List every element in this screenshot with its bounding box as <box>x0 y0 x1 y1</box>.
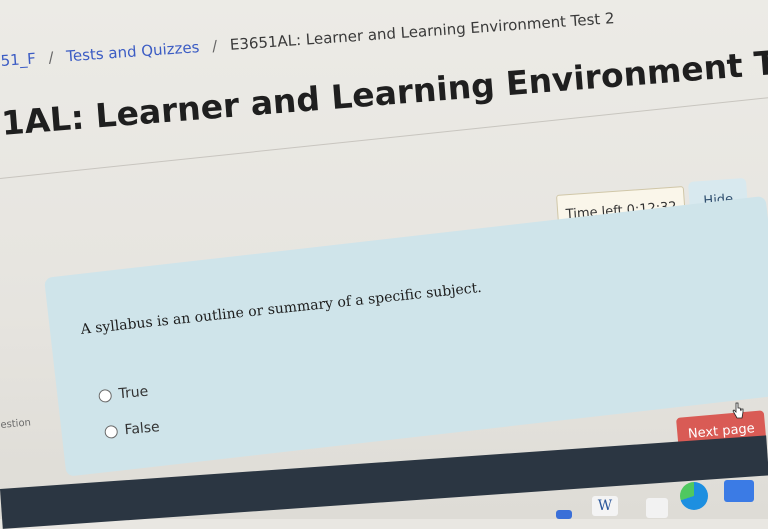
taskbar-app-icon[interactable] <box>724 480 754 502</box>
word-icon[interactable]: W <box>592 496 618 516</box>
breadcrumb-separator: / <box>211 36 218 56</box>
radio-false[interactable] <box>104 424 119 439</box>
edge-browser-icon[interactable] <box>680 482 708 510</box>
breadcrumb-separator: / <box>47 48 55 67</box>
radio-true[interactable] <box>98 388 113 403</box>
taskbar-app-icon[interactable] <box>646 498 668 518</box>
breadcrumb-course[interactable]: 51_F <box>0 50 36 70</box>
hand-cursor-icon <box>732 402 744 419</box>
taskbar-app-icon[interactable] <box>556 510 572 519</box>
option-false-label: False <box>123 419 161 439</box>
option-true-label: True <box>117 383 149 403</box>
